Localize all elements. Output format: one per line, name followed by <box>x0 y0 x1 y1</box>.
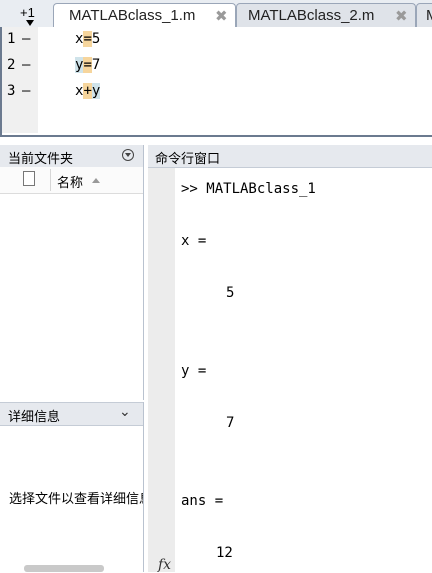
output-label: y = <box>181 363 207 379</box>
line-number: 3 <box>7 83 16 99</box>
tab-label: MATLABclass_2.m <box>248 7 375 24</box>
code-line-3[interactable]: 3 — x+y <box>2 80 432 102</box>
details-message: 选择文件以查看详细信息 <box>9 492 143 507</box>
breakpoint-marker[interactable]: — <box>22 57 30 73</box>
code-segment: y=7 <box>75 57 100 73</box>
current-folder-title-bar: 当前文件夹 <box>0 145 143 168</box>
output-value: 7 <box>226 415 235 431</box>
details-title-bar[interactable]: 详细信息 ⌄ <box>0 402 143 426</box>
panel-title: 命令行窗口 <box>155 152 221 167</box>
code-text: x=5 <box>75 31 100 47</box>
command-window-title-bar: 命令行窗口 <box>148 145 432 168</box>
command-window[interactable]: 命令行窗口 >> MATLABclass_1 x = 5 y = 7 ans =… <box>148 145 432 573</box>
editor-tab-bar: +1 MATLABclass_1.m ✖ MATLABclass_2.m ✖ M <box>0 0 432 28</box>
tab-overflow-label: +1 <box>20 5 35 20</box>
column-divider[interactable] <box>50 169 51 191</box>
tab-matlabclass-2[interactable]: MATLABclass_2.m ✖ <box>236 3 416 27</box>
tab-overflow-partial[interactable]: M <box>416 3 432 27</box>
code-segment: x=5 <box>75 31 100 47</box>
tab-overflow-button[interactable]: +1 <box>4 0 44 27</box>
panel-actions-icon[interactable] <box>122 149 134 161</box>
code-segment: x+y <box>75 83 101 99</box>
code-editor[interactable]: 1 — x=5 2 — y=7 3 — x+y <box>0 27 432 137</box>
line-number: 1 <box>7 31 16 47</box>
close-icon[interactable]: ✖ <box>215 7 228 25</box>
prompt-line: >> MATLABclass_1 <box>181 181 316 197</box>
panel-title: 当前文件夹 <box>8 152 74 167</box>
function-browser-icon[interactable]: fx <box>158 557 171 573</box>
close-icon[interactable]: ✖ <box>395 7 408 25</box>
line-number: 2 <box>7 57 16 73</box>
file-type-icon <box>23 171 35 186</box>
code-text: y=7 <box>75 57 100 73</box>
code-char: 7 <box>91 57 101 73</box>
tab-label: M <box>426 7 432 24</box>
code-char: 5 <box>91 31 101 47</box>
code-text: x+y <box>75 83 101 99</box>
tab-label: MATLABclass_1.m <box>69 7 196 24</box>
code-char: = <box>83 31 92 47</box>
name-column-header[interactable]: 名称 <box>57 172 83 191</box>
panel-title: 详细信息 <box>8 410 61 425</box>
horizontal-scrollbar[interactable] <box>24 565 104 572</box>
file-list-header: 名称 <box>0 167 143 194</box>
code-char: y <box>91 83 101 99</box>
tab-matlabclass-1[interactable]: MATLABclass_1.m ✖ <box>53 3 236 28</box>
breakpoint-marker[interactable]: — <box>22 31 30 47</box>
command-gutter <box>148 168 175 572</box>
output-label: x = <box>181 233 207 249</box>
details-panel: 详细信息 ⌄ 选择文件以查看详细信息 <box>0 402 144 572</box>
code-char: + <box>83 83 92 99</box>
output-value: 12 <box>216 545 233 561</box>
code-line-1[interactable]: 1 — x=5 <box>2 28 432 50</box>
code-line-2[interactable]: 2 — y=7 <box>2 54 432 76</box>
output-label: ans = <box>181 493 224 509</box>
current-folder-panel: 当前文件夹 名称 <box>0 145 144 400</box>
dropdown-arrow-icon <box>26 20 34 26</box>
breakpoint-marker[interactable]: — <box>22 83 30 99</box>
chevron-down-icon[interactable]: ⌄ <box>119 404 131 420</box>
code-char: = <box>83 57 92 73</box>
output-value: 5 <box>226 285 235 301</box>
sort-ascending-icon <box>92 178 100 183</box>
